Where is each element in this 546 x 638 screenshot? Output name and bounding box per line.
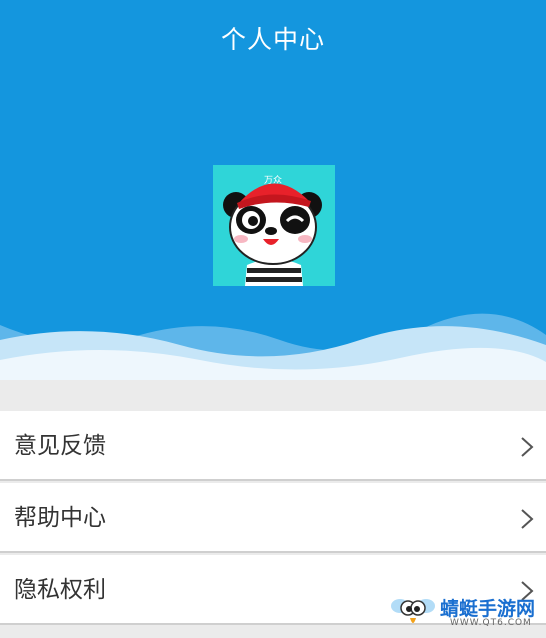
wave-decoration xyxy=(0,313,546,380)
watermark-text: 蜻蜓手游网 xyxy=(440,598,536,620)
panda-avatar-icon: 万众 xyxy=(213,165,335,286)
chevron-right-icon xyxy=(521,509,534,529)
section-gap xyxy=(0,380,546,411)
menu-item-help[interactable]: 帮助中心 xyxy=(0,483,546,553)
menu-item-label: 意见反馈 xyxy=(14,433,106,459)
avatar[interactable]: 万众 xyxy=(213,165,335,286)
menu-item-label: 隐私权利 xyxy=(14,577,106,603)
menu-item-feedback[interactable]: 意见反馈 xyxy=(0,411,546,481)
watermark-url: WWW.QT6.COM xyxy=(450,618,532,628)
chevron-right-icon xyxy=(521,437,534,457)
watermark: 蜻蜓手游网 WWW.QT6.COM xyxy=(390,592,540,634)
profile-header: 个人中心 万众 xyxy=(0,0,546,380)
cap-text: 万众 xyxy=(264,175,282,186)
menu-item-label: 帮助中心 xyxy=(14,505,106,531)
dragonfly-logo-icon xyxy=(391,599,435,623)
page-title: 个人中心 xyxy=(220,25,325,54)
